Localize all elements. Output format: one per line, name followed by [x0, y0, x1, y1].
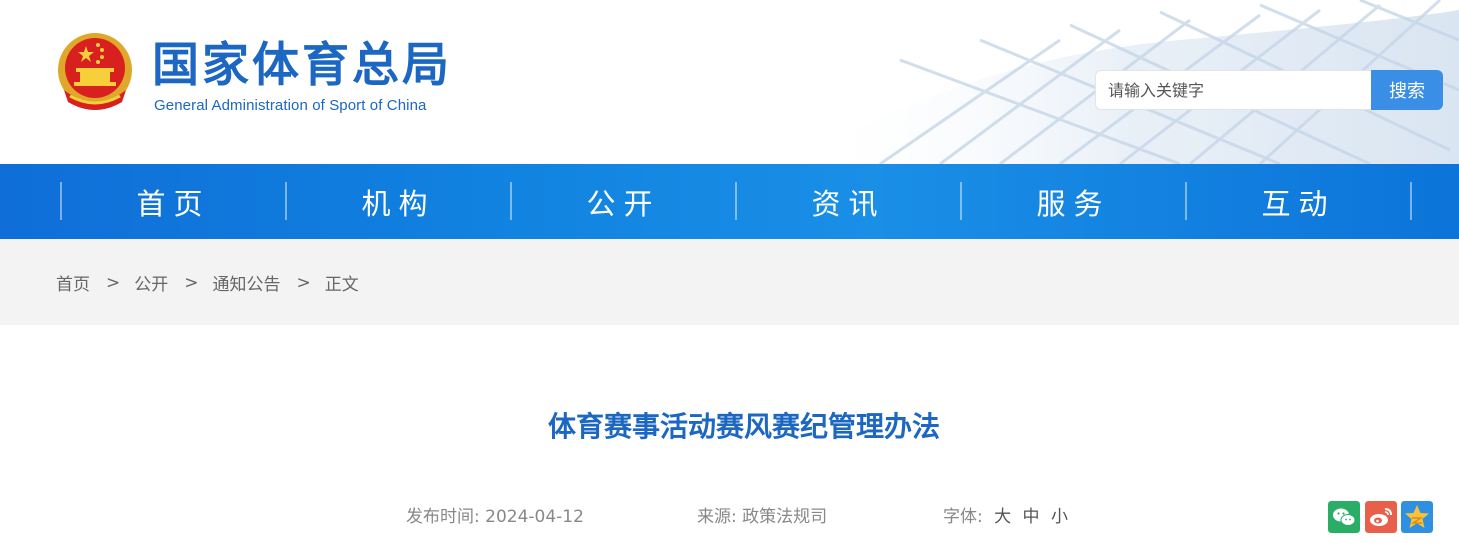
site-title-cn: 国家体育总局: [152, 38, 452, 93]
font-size-medium[interactable]: 中: [1023, 507, 1040, 527]
national-emblem-icon: [58, 33, 132, 110]
nav-divider: [1410, 182, 1412, 220]
qzone-icon[interactable]: [1401, 501, 1433, 533]
publish-time-label: 发布时间:: [406, 507, 480, 527]
breadcrumb: 首页 > 公开 > 通知公告 > 正文: [56, 270, 359, 296]
font-size-switcher: 字体: 大 中 小: [943, 505, 1068, 529]
main-nav: 首页 机构 公开 资讯 服务 互动: [0, 164, 1459, 239]
nav-item-organization[interactable]: 机构: [286, 164, 511, 239]
article-source: 来源: 政策法规司: [697, 505, 827, 529]
breadcrumb-bar: 首页 > 公开 > 通知公告 > 正文: [0, 239, 1459, 325]
nav-item-services[interactable]: 服务: [961, 164, 1186, 239]
breadcrumb-separator: >: [296, 272, 311, 293]
nav-divider: [735, 182, 737, 220]
article-title: 体育赛事活动赛风赛纪管理办法: [547, 410, 940, 443]
font-size-large[interactable]: 大: [994, 507, 1011, 527]
nav-item-public[interactable]: 公开: [511, 164, 736, 239]
publish-date: 2024-04-12: [485, 507, 584, 527]
publish-time: 发布时间: 2024-04-12: [406, 505, 584, 529]
breadcrumb-notices-link[interactable]: 通知公告: [213, 270, 281, 295]
breadcrumb-public-link[interactable]: 公开: [134, 270, 168, 295]
breadcrumb-home-link[interactable]: 首页: [56, 270, 90, 295]
wechat-icon[interactable]: [1328, 501, 1360, 533]
breadcrumb-separator: >: [106, 272, 121, 293]
search-input[interactable]: [1095, 70, 1373, 110]
nav-divider: [285, 182, 287, 220]
nav-divider: [960, 182, 962, 220]
nav-divider: [1185, 182, 1187, 220]
source-label: 来源:: [697, 507, 737, 527]
weibo-icon[interactable]: [1365, 501, 1397, 533]
source-value: 政策法规司: [742, 507, 828, 527]
nav-item-home[interactable]: 首页: [61, 164, 286, 239]
nav-divider: [510, 182, 512, 220]
breadcrumb-separator: >: [184, 272, 199, 293]
nav-item-interaction[interactable]: 互动: [1186, 164, 1411, 239]
site-header: 国家体育总局 General Administration of Sport o…: [0, 0, 1459, 164]
site-title-en: General Administration of Sport of China: [154, 97, 427, 114]
font-size-small[interactable]: 小: [1051, 507, 1068, 527]
breadcrumb-current: 正文: [324, 275, 359, 295]
search-button[interactable]: 搜索: [1371, 70, 1443, 110]
font-size-label: 字体:: [943, 507, 983, 527]
nav-item-news[interactable]: 资讯: [736, 164, 961, 239]
search-box: 搜索: [1095, 70, 1443, 110]
